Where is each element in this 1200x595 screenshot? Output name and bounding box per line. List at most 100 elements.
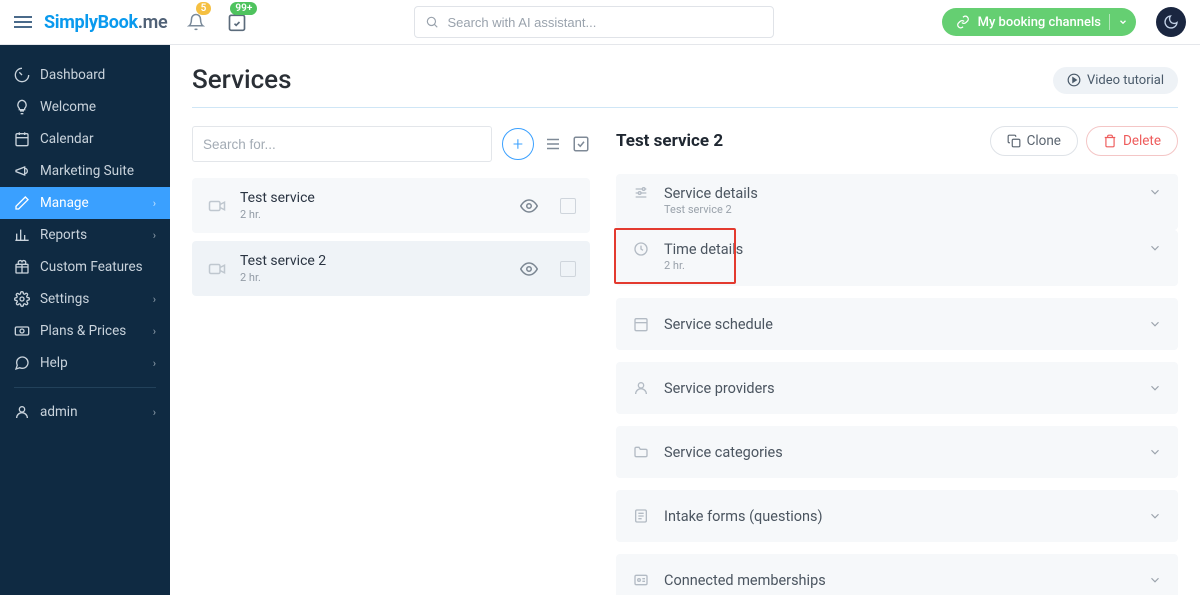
page-title: Services [192,65,292,95]
service-list-column: + Test service 2 hr. [192,126,590,595]
calendar-icon [14,131,30,147]
main-content: Services Video tutorial + [170,45,1200,595]
service-checkbox[interactable] [560,261,576,277]
link-icon [956,15,970,29]
select-all-icon[interactable] [572,135,590,153]
detail-title: Test service 2 [616,131,723,151]
sidebar-label: Custom Features [40,259,143,275]
clock-icon [632,241,650,257]
sidebar-label: Reports [40,227,87,243]
sidebar-label: Welcome [40,99,96,115]
bulb-icon [14,99,30,115]
panel-title: Service categories [664,444,1134,461]
sidebar-label: Marketing Suite [40,163,134,179]
sidebar-item-custom-features[interactable]: Custom Features [0,251,170,283]
sidebar-item-marketing[interactable]: Marketing Suite [0,155,170,187]
video-icon [206,260,228,278]
service-list-item[interactable]: Test service 2 2 hr. [192,241,590,296]
delete-button[interactable]: Delete [1086,126,1178,156]
sidebar-item-plans[interactable]: Plans & Prices › [0,315,170,347]
moon-icon [1163,14,1179,30]
sidebar-user-label: admin [40,404,78,420]
panel-title: Intake forms (questions) [664,508,1134,525]
panel-title: Connected memberships [664,572,1134,589]
chevron-down-icon [1148,381,1162,395]
sidebar-label: Settings [40,291,89,307]
global-search[interactable] [414,6,774,38]
logo[interactable]: SimplyBook.me [44,12,167,33]
sidebar-item-user[interactable]: admin › [0,396,170,428]
sidebar-item-settings[interactable]: Settings › [0,283,170,315]
chevron-right-icon: › [153,406,156,419]
top-bar: SimplyBook.me 5 99+ My booking channels [0,0,1200,45]
form-icon [632,508,650,524]
calendar-icon [632,316,650,332]
list-toolbar: + [192,126,590,162]
notifications-button[interactable]: 5 [187,12,205,32]
sidebar-item-dashboard[interactable]: Dashboard [0,59,170,91]
tutorial-label: Video tutorial [1087,73,1164,88]
sidebar-label: Dashboard [40,67,105,83]
chevron-right-icon: › [153,229,156,242]
service-duration: 2 hr. [240,271,508,284]
logo-brand: SimplyBook [44,12,138,33]
hamburger-menu-icon[interactable] [14,16,32,28]
chevron-down-icon [1148,241,1162,255]
chevron-down-icon [1148,185,1162,199]
panel-service-schedule[interactable]: Service schedule [616,298,1178,350]
chevron-right-icon: › [153,325,156,338]
dark-mode-toggle[interactable] [1156,7,1186,37]
service-checkbox[interactable] [560,198,576,214]
page-header: Services Video tutorial [192,65,1178,108]
visibility-icon[interactable] [520,260,538,278]
bell-icon [187,12,205,32]
add-service-button[interactable]: + [502,128,534,160]
global-search-input[interactable] [447,15,763,30]
tasks-badge: 99+ [230,2,257,15]
service-detail-column: Test service 2 Clone Delete Service deta… [616,126,1178,595]
sidebar-item-manage[interactable]: Manage › [0,187,170,219]
panel-intake-forms[interactable]: Intake forms (questions) [616,490,1178,542]
user-icon [14,404,30,420]
sidebar-item-help[interactable]: Help › [0,347,170,379]
panel-title: Service schedule [664,316,1134,333]
clone-label: Clone [1027,133,1061,149]
chevron-down-icon [1118,17,1128,27]
service-name: Test service [240,190,508,206]
clone-button[interactable]: Clone [990,126,1078,156]
sidebar-label: Manage [40,195,89,211]
service-search-input[interactable] [192,126,492,162]
video-tutorial-button[interactable]: Video tutorial [1053,67,1178,94]
service-list-item[interactable]: Test service 2 hr. [192,178,590,233]
tasks-button[interactable]: 99+ [227,12,247,32]
panel-service-providers[interactable]: Service providers [616,362,1178,414]
calendar-check-icon [227,12,247,32]
chevron-right-icon: › [153,357,156,370]
panel-service-details[interactable]: Service details Test service 2 [616,174,1178,230]
chart-icon [14,227,30,243]
sidebar-item-calendar[interactable]: Calendar [0,123,170,155]
visibility-icon[interactable] [520,197,538,215]
chevron-down-icon [1148,445,1162,459]
panel-service-categories[interactable]: Service categories [616,426,1178,478]
panel-title: Service providers [664,380,1134,397]
money-icon [14,323,30,339]
sidebar-label: Calendar [40,131,94,147]
bell-badge: 5 [196,2,212,15]
booking-channels-button[interactable]: My booking channels [942,8,1136,36]
panel-time-details[interactable]: Time details 2 hr. [616,230,1178,286]
copy-icon [1007,134,1021,148]
panel-connected-memberships[interactable]: Connected memberships [616,554,1178,595]
sidebar-item-welcome[interactable]: Welcome [0,91,170,123]
panel-title: Time details [664,241,1134,258]
pencil-icon [14,195,30,211]
sidebar-item-reports[interactable]: Reports › [0,219,170,251]
card-icon [632,572,650,588]
megaphone-icon [14,163,30,179]
channels-label: My booking channels [978,15,1101,30]
gear-icon [14,291,30,307]
list-view-icon[interactable] [544,135,562,153]
video-icon [206,197,228,215]
chevron-right-icon: › [153,197,156,210]
chevron-down-icon [1148,509,1162,523]
